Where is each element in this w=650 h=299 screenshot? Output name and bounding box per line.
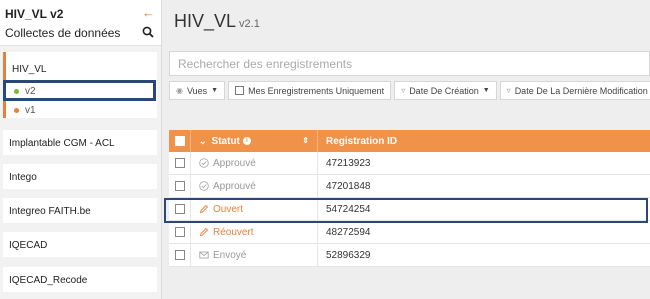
status-text: Approuvé	[213, 180, 256, 192]
registration-column-header[interactable]: Registration ID	[318, 130, 650, 152]
my-records-label: Mes Enregistrements Uniquement	[248, 85, 385, 96]
sidebar-item-implantable[interactable]: Implantable CGM - ACL	[3, 130, 157, 155]
status-text: Réouvert	[213, 226, 254, 238]
sidebar-item-iqecad-recode[interactable]: IQECAD_Recode	[3, 267, 157, 292]
pencil-icon	[199, 227, 209, 237]
checkbox-icon	[235, 86, 245, 95]
modified-date-filter[interactable]: ▿ Date De La Dernière Modification ▼	[499, 81, 650, 100]
row-select-cell	[169, 244, 191, 266]
row-select-cell	[169, 152, 191, 174]
views-label: Vues	[186, 85, 208, 96]
sidebar-header: HIV_VL v2 ← Collectes de données	[0, 0, 161, 46]
status-cell: Approuvé	[191, 152, 318, 174]
my-records-toggle[interactable]: Mes Enregistrements Uniquement	[228, 81, 392, 100]
filter-icon: ▿	[506, 86, 511, 95]
status-column-header[interactable]: ⌄ Statut i ⇕	[191, 130, 318, 152]
page-title: HIV_VL v2.1	[174, 11, 260, 32]
registration-cell: 52896329	[326, 249, 371, 261]
row-checkbox[interactable]	[174, 250, 185, 260]
sidebar-item-integreo[interactable]: Integreo FAITH.be	[3, 198, 157, 223]
sidebar-item-intego[interactable]: Intego	[3, 164, 157, 189]
sidebar-title: HIV_VL v2	[5, 7, 64, 21]
sidebar-item-hiv-vl[interactable]: HIV_VL	[6, 52, 157, 82]
row-select-cell	[169, 175, 191, 197]
status-cell: Envoyé	[191, 244, 318, 266]
row-checkbox[interactable]	[174, 158, 185, 168]
sidebar-item-iqecad[interactable]: IQECAD	[3, 232, 157, 257]
search-icon[interactable]	[142, 26, 154, 38]
sidebar-subtitle: Collectes de données	[5, 26, 121, 40]
status-cell: Approuvé	[191, 175, 318, 197]
page-title-text: HIV_VL	[174, 11, 237, 31]
page-version: v2.1	[239, 18, 260, 30]
version-label: v1	[25, 105, 36, 116]
info-icon: i	[242, 137, 251, 145]
row-checkbox[interactable]	[174, 227, 185, 237]
sort-icon[interactable]: ⇕	[302, 136, 309, 145]
registration-cell: 47201848	[326, 180, 371, 192]
registration-cell: 48272594	[326, 226, 371, 238]
select-all-cell	[169, 130, 191, 152]
status-header-label: Statut	[211, 135, 240, 147]
table-row[interactable]: Réouvert 48272594	[169, 221, 650, 244]
sidebar-version-v1[interactable]: v1	[6, 101, 157, 120]
views-dropdown[interactable]: ◉ Vues ▼	[169, 81, 226, 100]
collapse-arrow-icon[interactable]: ←	[142, 5, 155, 20]
eye-icon: ◉	[176, 86, 183, 95]
table-row[interactable]: Approuvé 47201848	[169, 175, 650, 198]
filter-icon: ▿	[401, 86, 406, 95]
envelope-icon	[199, 251, 209, 259]
table-row[interactable]: Approuvé 47213923	[169, 152, 650, 175]
chevron-down-icon: ▼	[482, 87, 490, 94]
status-cell: Réouvert	[191, 221, 318, 243]
created-date-filter[interactable]: ▿ Date De Création ▼	[394, 81, 497, 100]
select-all-checkbox[interactable]	[174, 136, 185, 146]
row-select-cell	[169, 221, 191, 243]
search-input[interactable]: Rechercher des enregistrements	[169, 51, 650, 76]
status-text: Envoyé	[213, 249, 247, 261]
filter-bar: ◉ Vues ▼ Mes Enregistrements Uniquement …	[169, 81, 650, 101]
status-text: Approuvé	[213, 157, 256, 169]
chevron-down-icon: ▼	[211, 87, 219, 94]
table-row[interactable]: Envoyé 52896329	[169, 244, 650, 267]
highlight-box-ouvert-row	[164, 198, 648, 223]
sidebar: HIV_VL v2 ← Collectes de données HIV_VL …	[0, 0, 162, 299]
check-circle-icon	[199, 181, 209, 191]
row-checkbox[interactable]	[174, 181, 185, 191]
main-panel: HIV_VL v2.1 Rechercher des enregistrement…	[163, 0, 650, 299]
check-circle-icon	[199, 158, 209, 168]
modified-label: Date De La Dernière Modification	[514, 85, 648, 96]
status-dot-icon	[14, 108, 19, 113]
registration-cell: 47213923	[326, 157, 371, 169]
table-header: ⌄ Statut i ⇕ Registration ID	[169, 130, 650, 152]
created-label: Date De Création	[409, 85, 479, 96]
chevron-down-icon: ⌄	[199, 135, 207, 146]
highlight-box-v2	[3, 80, 156, 101]
